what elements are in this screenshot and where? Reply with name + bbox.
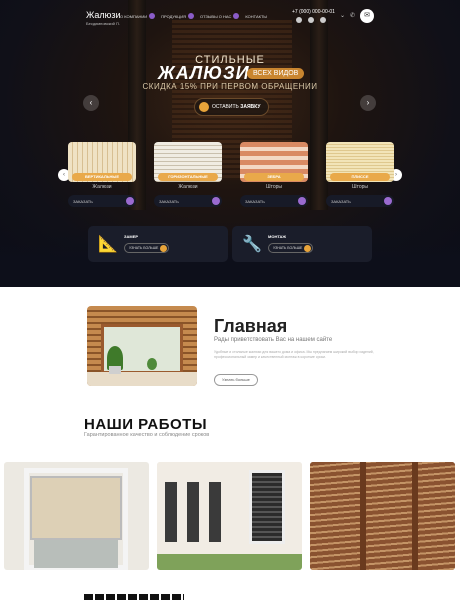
- works-title: НАШИ РАБОТЫ: [84, 416, 208, 433]
- slider-next-icon[interactable]: ›: [360, 95, 376, 111]
- order-button[interactable]: ЗАКАЗАТЬ: [68, 195, 136, 207]
- product-sub: Шторы: [266, 184, 282, 190]
- service-card-measure: 📐 ЗАМЕР УЗНАТЬ БОЛЬШЕ: [88, 226, 228, 262]
- product-card-pleated[interactable]: ПЛИССЕ Шторы ЗАКАЗАТЬ: [326, 142, 394, 207]
- measure-icon: 📐: [98, 236, 118, 253]
- about-text: Удобные и стильные жалюзи для вашего дом…: [214, 350, 374, 359]
- about-subtitle: Рады приветствовать Вас на нашем сайте: [214, 337, 333, 343]
- menu-dot-icon: [149, 13, 156, 19]
- main-nav: О КОМПАНИИ ПРОДУКЦИЯ ОТЗЫВЫ О НАС КОНТАК…: [120, 13, 267, 19]
- leave-request-button[interactable]: ОСТАВИТЬ ЗАЯВКУ: [194, 98, 270, 116]
- arrow-icon: [126, 197, 134, 205]
- learn-more-button[interactable]: УЗНАТЬ БОЛЬШЕ: [268, 243, 314, 253]
- drill-icon: 🔧: [242, 236, 262, 253]
- nav-item-reviews[interactable]: ОТЗЫВЫ О НАС: [200, 13, 240, 19]
- social-links: [296, 17, 326, 23]
- about-more-button[interactable]: Узнать больше: [214, 374, 258, 386]
- menu-dot-icon: [187, 13, 194, 19]
- service-card-install: 🔧 МОНТАЖ УЗНАТЬ БОЛЬШЕ: [232, 226, 372, 262]
- order-button[interactable]: ЗАКАЗАТЬ: [154, 195, 222, 207]
- product-sub: Жалюзи: [178, 184, 198, 190]
- work-photo[interactable]: [310, 462, 455, 570]
- product-badge: ГОРИЗОНТАЛЬНЫЕ: [158, 173, 218, 181]
- header-phone[interactable]: +7 (000) 000-00-01: [292, 9, 335, 15]
- arrow-icon: [384, 197, 392, 205]
- works-subtitle: Гарантированное качество и соблюдение ср…: [84, 432, 210, 438]
- logo-subtitle: Бесдимповский П.: [86, 21, 120, 26]
- hero-subtitle: СКИДКА 15% ПРИ ПЕРВОМ ОБРАЩЕНИИ: [142, 82, 318, 91]
- arrow-icon: [212, 197, 220, 205]
- arrow-icon: [304, 245, 312, 252]
- work-photo[interactable]: [157, 462, 302, 570]
- hero-badge: ВСЕХ ВИДОВ: [247, 68, 305, 79]
- cta-bold: ЗАЯВКУ: [240, 104, 261, 110]
- next-section-heading-peek: [84, 594, 184, 600]
- nav-item-products[interactable]: ПРОДУКЦИЯ: [161, 13, 194, 19]
- nav-item-about[interactable]: О КОМПАНИИ: [120, 13, 156, 19]
- product-card-zebra[interactable]: ЗЕБРА Шторы ЗАКАЗАТЬ: [240, 142, 308, 207]
- hero-title: ЖАЛЮЗИ: [158, 63, 250, 83]
- works-gallery: [4, 462, 455, 570]
- product-badge: ЗЕБРА: [244, 173, 304, 181]
- order-button[interactable]: ЗАКАЗАТЬ: [240, 195, 308, 207]
- slider-prev-icon[interactable]: ‹: [83, 95, 99, 111]
- cta-prefix: ОСТАВИТЬ: [212, 104, 239, 110]
- nav-item-contacts[interactable]: КОНТАКТЫ: [245, 14, 267, 19]
- product-badge: ВЕРТИКАЛЬНЫЕ: [72, 173, 132, 181]
- learn-more-button[interactable]: УЗНАТЬ БОЛЬШЕ: [124, 243, 170, 253]
- viber-icon[interactable]: [308, 17, 314, 23]
- cta-dot-icon: [199, 102, 209, 112]
- hero-floor: [0, 227, 460, 287]
- logo[interactable]: Жалюзи Бесдимповский П.: [86, 10, 121, 26]
- mail-icon[interactable]: ✉: [360, 9, 374, 23]
- whatsapp-icon[interactable]: [320, 17, 326, 23]
- product-sub: Шторы: [352, 184, 368, 190]
- telegram-icon[interactable]: [296, 17, 302, 23]
- product-card-horizontal[interactable]: ГОРИЗОНТАЛЬНЫЕ Жалюзи ЗАКАЗАТЬ: [154, 142, 222, 207]
- chevron-down-icon[interactable]: ⌄: [340, 12, 345, 19]
- phone-icon[interactable]: ✆: [350, 12, 355, 19]
- hero-section: Жалюзи Бесдимповский П. О КОМПАНИИ ПРОДУ…: [0, 0, 460, 287]
- service-title: МОНТАЖ: [268, 234, 287, 239]
- product-badge: ПЛИССЕ: [330, 173, 390, 181]
- product-sub: Жалюзи: [92, 184, 112, 190]
- product-cards: ВЕРТИКАЛЬНЫЕ Жалюзи ЗАКАЗАТЬ ГОРИЗОНТАЛЬ…: [68, 142, 394, 207]
- work-photo[interactable]: [4, 462, 149, 570]
- service-title: ЗАМЕР: [124, 234, 139, 239]
- menu-dot-icon: [233, 13, 240, 19]
- product-card-vertical[interactable]: ВЕРТИКАЛЬНЫЕ Жалюзи ЗАКАЗАТЬ: [68, 142, 136, 207]
- about-image: [87, 306, 197, 386]
- arrow-icon: [160, 245, 168, 252]
- logo-title: Жалюзи: [86, 10, 121, 20]
- arrow-icon: [298, 197, 306, 205]
- about-title: Главная: [214, 316, 288, 336]
- order-button[interactable]: ЗАКАЗАТЬ: [326, 195, 394, 207]
